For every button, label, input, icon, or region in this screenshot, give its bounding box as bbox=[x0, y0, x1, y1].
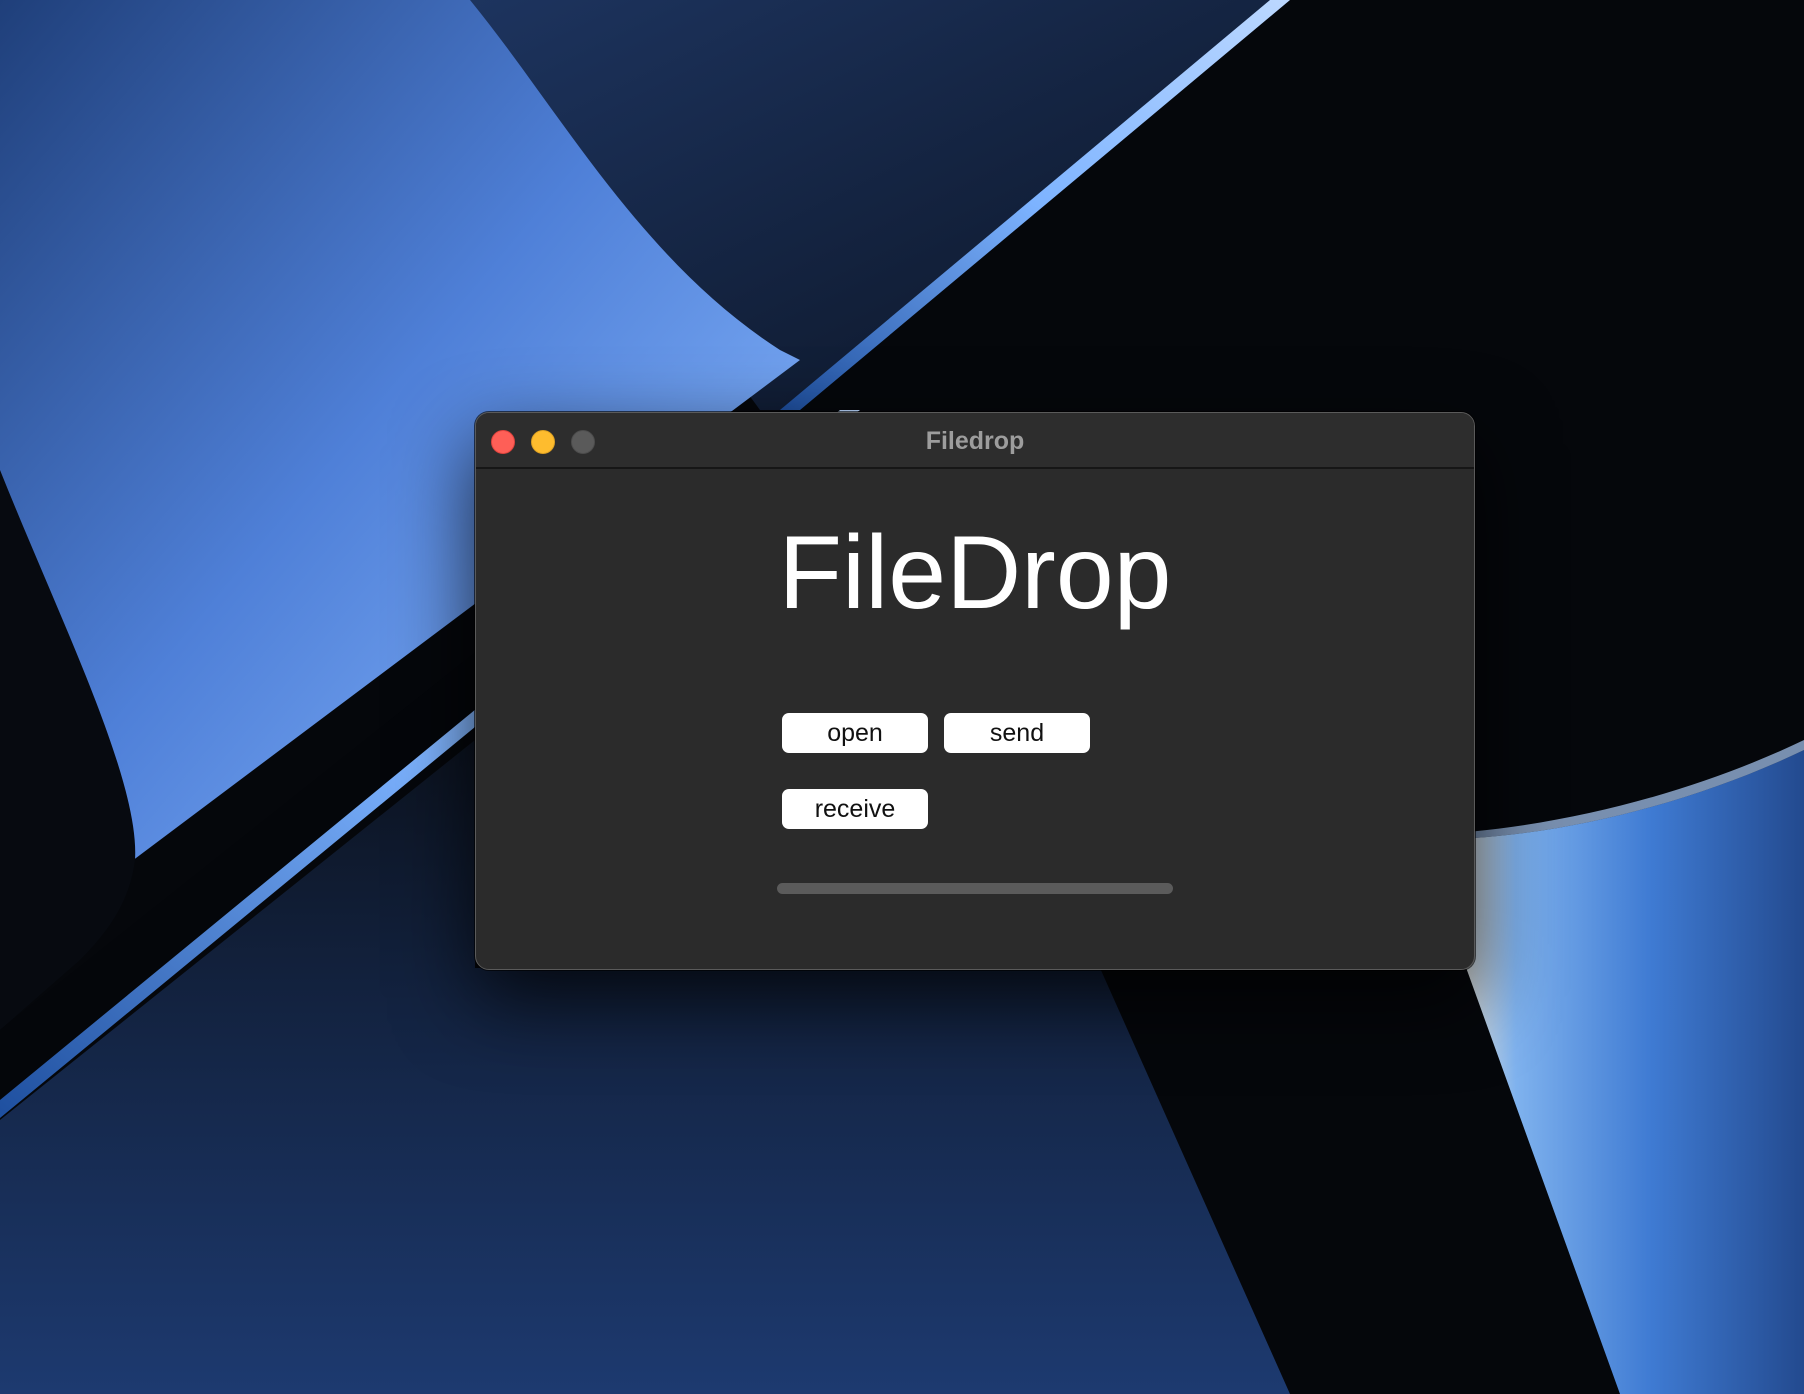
transfer-progress-bar bbox=[777, 883, 1173, 894]
receive-button[interactable]: receive bbox=[782, 789, 928, 829]
window-titlebar[interactable]: Filedrop bbox=[476, 413, 1474, 469]
filedrop-window: Filedrop FileDrop open send receive bbox=[475, 412, 1475, 970]
open-button[interactable]: open bbox=[782, 713, 928, 753]
send-button[interactable]: send bbox=[944, 713, 1090, 753]
app-heading: FileDrop bbox=[778, 515, 1172, 631]
window-content: FileDrop open send receive bbox=[476, 469, 1474, 969]
desktop: Filedrop FileDrop open send receive bbox=[0, 0, 1804, 1394]
window-title: Filedrop bbox=[925, 427, 1025, 455]
